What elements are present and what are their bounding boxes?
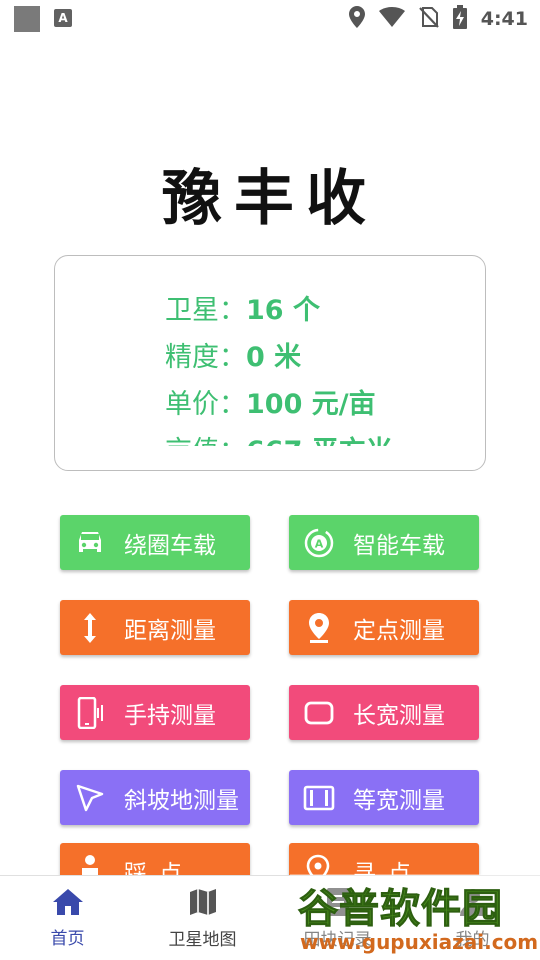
search-location-icon (289, 854, 349, 875)
handheld-measure-button[interactable]: 手持测量 (60, 685, 250, 740)
nav-item-home[interactable]: 首页 (0, 876, 135, 960)
equal-width-icon (289, 785, 349, 811)
button-label: 定点测量 (353, 617, 445, 644)
slope-triangle-icon (60, 783, 120, 813)
step-point-button[interactable]: 踩点 (60, 843, 250, 875)
phone-vibrate-icon (60, 696, 120, 729)
car-icon (60, 530, 120, 556)
nav-item-satellite-map[interactable]: 卫星地图 (135, 876, 270, 960)
person-walk-icon (60, 854, 120, 875)
smart-vehicle-button[interactable]: A 智能车载 (289, 515, 479, 570)
nav-item-profile[interactable]: 我的 (405, 876, 540, 960)
rectangle-icon (289, 701, 349, 725)
nav-label: 田块记录 (303, 929, 372, 950)
slope-measure-button[interactable]: 斜坡地测量 (60, 770, 250, 825)
button-label: 踩点 (124, 860, 194, 876)
auto-mode-icon: A (289, 527, 349, 559)
nav-label: 卫星地图 (168, 929, 237, 950)
button-label: 绕圈车载 (124, 532, 216, 559)
find-point-button[interactable]: 寻点 (289, 843, 479, 875)
nav-label: 首页 (50, 928, 85, 949)
button-label: 等宽测量 (353, 787, 445, 814)
button-label: 距离测量 (124, 617, 216, 644)
equal-width-measure-button[interactable]: 等宽测量 (289, 770, 479, 825)
button-label: 智能车载 (353, 532, 445, 559)
vertical-arrows-icon (60, 612, 120, 643)
home-icon (52, 888, 84, 920)
svg-text:A: A (315, 537, 324, 550)
button-label: 长宽测量 (353, 702, 445, 729)
bottom-navigation: 首页 卫星地图 田块记录 我的 (0, 875, 540, 960)
record-icon (324, 887, 352, 921)
location-pin-icon (289, 612, 349, 643)
map-icon (188, 887, 218, 921)
nav-label: 我的 (455, 929, 490, 950)
measure-button-grid: 绕圈车载 A 智能车载 距离测量 定点测量 手持测量 长宽测量 斜坡地测量 等宽… (0, 0, 540, 875)
button-label: 斜坡地测量 (124, 787, 239, 814)
loop-vehicle-button[interactable]: 绕圈车载 (60, 515, 250, 570)
button-label: 手持测量 (124, 702, 216, 729)
nav-item-field-records[interactable]: 田块记录 (270, 876, 405, 960)
fixed-point-measure-button[interactable]: 定点测量 (289, 600, 479, 655)
button-label: 寻点 (353, 860, 423, 876)
distance-measure-button[interactable]: 距离测量 (60, 600, 250, 655)
length-width-measure-button[interactable]: 长宽测量 (289, 685, 479, 740)
person-icon (459, 887, 487, 921)
